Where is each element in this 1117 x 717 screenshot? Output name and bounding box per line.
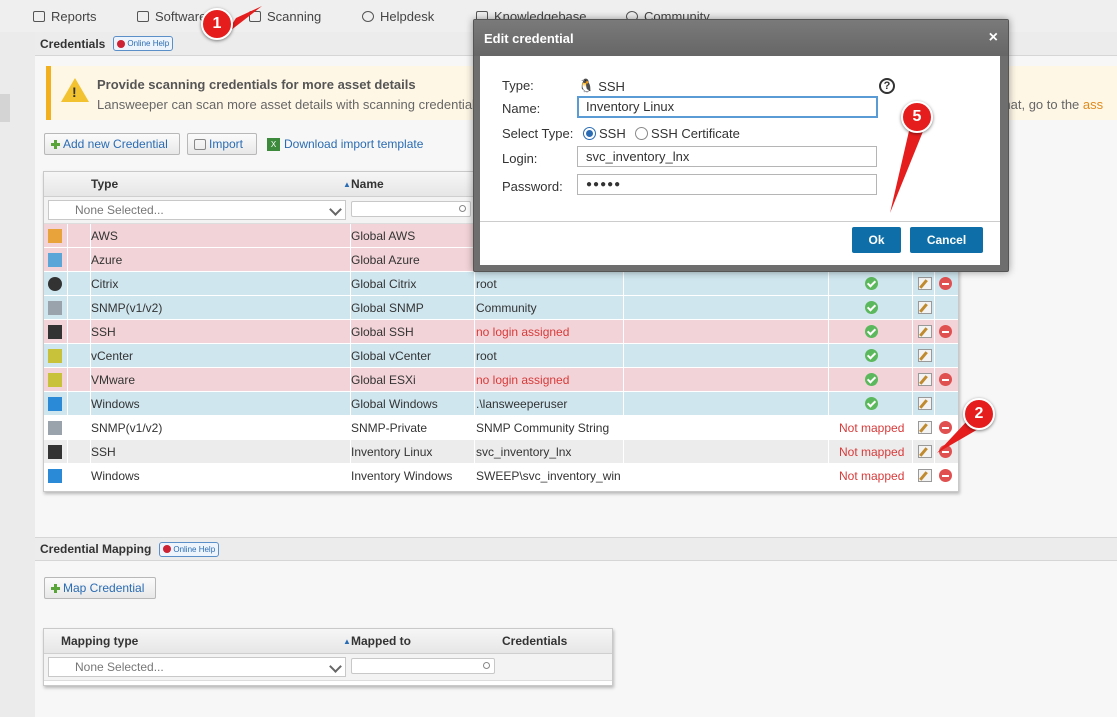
callout-marker-5: 5 [901, 101, 933, 133]
callout-marker-1: 1 [201, 8, 233, 40]
callout-marker-2: 2 [963, 398, 995, 430]
annotation-overlay [226, 6, 980, 453]
